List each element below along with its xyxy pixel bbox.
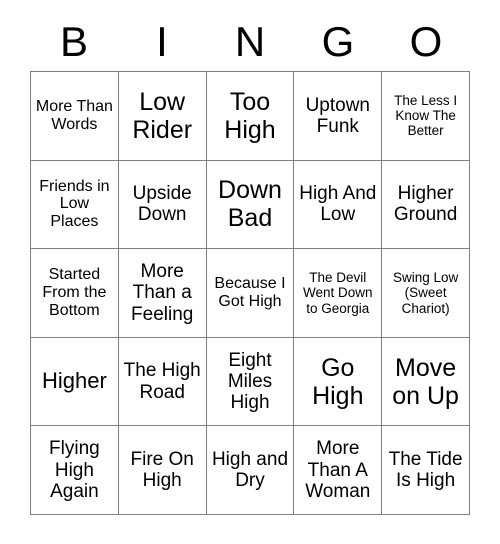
bingo-cell-label: Move on Up (392, 353, 459, 410)
bingo-cell[interactable]: More Than Words (31, 72, 119, 161)
bingo-header-letter: B (59, 18, 88, 65)
bingo-cell[interactable]: Uptown Funk (294, 72, 383, 161)
bingo-cell[interactable]: More Than A Woman (294, 426, 383, 515)
bingo-cell[interactable]: Go High (294, 337, 383, 427)
bingo-cell-label: Down Bad (218, 176, 282, 233)
bingo-cell-label: Go High (312, 353, 364, 410)
bingo-cell-label: Eight Miles High (227, 349, 273, 414)
bingo-cell[interactable]: Flying High Again (31, 426, 119, 515)
bingo-cell-label: Higher (41, 368, 107, 394)
bingo-header-letter: O (409, 18, 443, 65)
bingo-cell[interactable]: Eight Miles High (206, 337, 295, 427)
bingo-cell[interactable]: Because I Got High (206, 249, 295, 338)
bingo-cell[interactable]: Too High (206, 72, 295, 161)
bingo-cell-label: Friends in Low Places (39, 177, 110, 231)
bingo-header-letter: I (156, 18, 168, 65)
bingo-cell-label: Because I Got High (214, 275, 286, 310)
bingo-cell-label: Started From the Bottom (42, 266, 107, 319)
bingo-cell[interactable]: Higher (31, 337, 119, 427)
bingo-cell[interactable]: The Tide Is High (382, 426, 470, 515)
bingo-cell-label: Low Rider (132, 87, 193, 144)
bingo-cell-label: The Devil Went Down to Georgia (303, 270, 373, 316)
bingo-cell[interactable]: Upside Down (118, 160, 207, 250)
bingo-cell-label: High And Low (299, 183, 377, 226)
bingo-cell[interactable]: Move on Up (382, 337, 470, 427)
bingo-grid: More Than Words Low Rider Too High Uptown F… (30, 71, 470, 515)
bingo-cell-label: More Than A Woman (305, 438, 371, 502)
bingo-cell-label: High and Dry (211, 448, 289, 492)
bingo-cell-label: Flying High Again (49, 438, 100, 502)
bingo-cell-label: Fire On High (130, 448, 194, 492)
bingo-cell[interactable]: Swing Low (Sweet Chariot) (382, 249, 470, 338)
bingo-cell[interactable]: Friends in Low Places (31, 160, 119, 250)
bingo-cell[interactable]: High And Low (294, 160, 383, 250)
bingo-cell[interactable]: The Less I Know The Better (382, 72, 470, 161)
bingo-cell-label: Upside Down (132, 183, 192, 226)
bingo-cell[interactable]: Started From the Bottom (31, 249, 119, 338)
bingo-header-letter: N (234, 18, 266, 65)
bingo-cell-label: Uptown Funk (305, 94, 370, 137)
bingo-cell[interactable]: Down Bad (206, 160, 295, 250)
bingo-cell[interactable]: High and Dry (206, 426, 295, 515)
bingo-card: B I N G O More Than Words Low Rider Too High Up… (0, 0, 500, 544)
bingo-cell[interactable]: Higher Ground (382, 160, 470, 250)
bingo-cell[interactable]: The High Road (118, 337, 207, 427)
bingo-cell-label: Too High (224, 87, 276, 144)
bingo-cell-label: The High Road (123, 360, 201, 403)
bingo-header: BINGO (30, 16, 470, 68)
bingo-header-letter: G (321, 18, 355, 65)
bingo-cell-label: Higher Ground (393, 183, 458, 226)
bingo-cell[interactable]: More Than a Feeling (118, 249, 207, 338)
bingo-cell-label: More Than Words (35, 97, 113, 133)
bingo-cell[interactable]: Fire On High (118, 426, 207, 515)
bingo-cell-label: More Than a Feeling (131, 261, 194, 325)
bingo-cell-label: Swing Low (Sweet Chariot) (392, 270, 459, 316)
bingo-cell[interactable]: Low Rider (118, 72, 207, 161)
bingo-cell[interactable]: The Devil Went Down to Georgia (294, 249, 383, 338)
bingo-cell-label: The Less I Know The Better (394, 93, 458, 139)
bingo-cell-label: The Tide Is High (388, 448, 463, 492)
